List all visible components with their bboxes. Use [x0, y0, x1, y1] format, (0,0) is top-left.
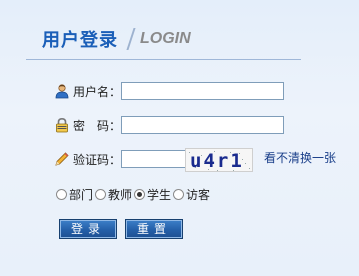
role-label: 部门	[69, 188, 94, 202]
role-label: 教师	[108, 188, 133, 202]
title-divider	[126, 28, 136, 50]
role-radio-selected[interactable]	[134, 189, 146, 200]
role-radio[interactable]	[173, 189, 185, 200]
reset-button[interactable]: 重置	[125, 219, 183, 239]
pencil-icon	[54, 151, 70, 167]
password-label: 密 码：	[73, 118, 122, 133]
captcha-label: 验证码：	[73, 152, 122, 167]
username-label: 用户名：	[73, 84, 122, 99]
role-selector: 部门 教师 学生 访客	[56, 186, 212, 203]
role-option-teacher[interactable]: 教师	[95, 186, 132, 203]
role-option-department[interactable]: 部门	[56, 186, 93, 203]
page-title: 用户登录	[42, 30, 118, 51]
captcha-row: 验证码：	[54, 149, 121, 169]
user-icon	[54, 83, 70, 99]
header-divider	[26, 59, 301, 60]
login-button[interactable]: 登录	[59, 219, 117, 239]
password-input[interactable]	[121, 116, 284, 134]
refresh-captcha-link[interactable]: 看不清换一张	[264, 149, 336, 166]
role-label: 学生	[147, 188, 172, 202]
role-radio[interactable]	[95, 189, 107, 200]
role-radio[interactable]	[56, 189, 67, 200]
lock-icon	[54, 117, 70, 133]
role-label: 访客	[186, 188, 211, 202]
login-panel: 用户登录 LOGIN 用户名： 密 码： 验证码： u4r1 看不清换一张 部门…	[0, 0, 359, 276]
username-input[interactable]	[121, 82, 284, 100]
username-row: 用户名：	[54, 81, 121, 101]
page-subtitle: LOGIN	[140, 30, 191, 47]
captcha-image[interactable]: u4r1	[185, 148, 253, 172]
role-option-student[interactable]: 学生	[134, 186, 171, 203]
login-header: 用户登录 LOGIN	[42, 26, 191, 52]
captcha-input[interactable]	[121, 150, 191, 168]
role-option-visitor[interactable]: 访客	[173, 186, 210, 203]
password-row: 密 码：	[54, 115, 121, 135]
captcha-text: u4r1	[190, 150, 244, 172]
